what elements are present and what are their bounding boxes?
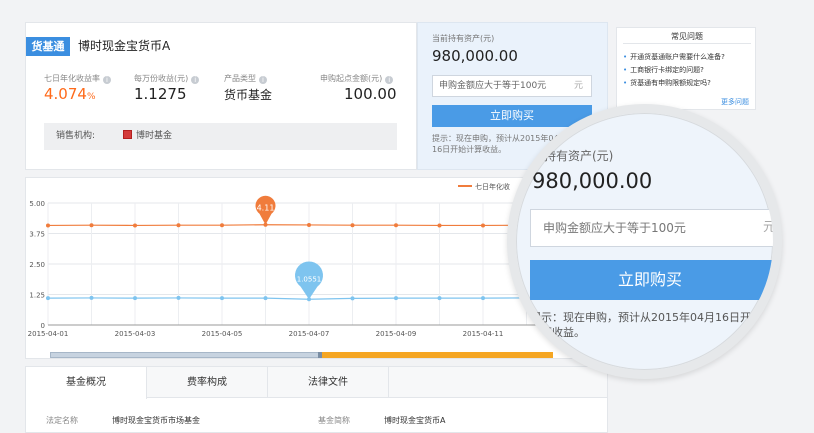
data-point[interactable]	[133, 296, 137, 301]
purchase-amount-input[interactable]: 申购金额应大于等于100元 元	[432, 75, 592, 97]
data-point[interactable]	[307, 222, 311, 227]
x-tick-label: 2015-04-05	[202, 330, 243, 338]
info-icon[interactable]: i	[259, 76, 267, 84]
data-point[interactable]	[89, 223, 94, 228]
data-point[interactable]	[481, 223, 485, 228]
legal-name-value: 博时现金宝货币市场基金	[112, 416, 200, 425]
seller-logo-icon	[123, 130, 133, 139]
magnified-buy-now-button[interactable]: 立即购买	[530, 260, 773, 300]
info-icon[interactable]: i	[191, 76, 200, 84]
faq-box: 常见问题 开通货基通账户需要什么准备? 工商银行卡绑定的问题? 货基通有申购限额…	[616, 27, 756, 110]
fund-name: 博时现金宝货币A	[78, 39, 171, 53]
fund-badge: 货基通	[26, 37, 70, 56]
seller-name[interactable]: 博时基金	[136, 131, 172, 141]
x-tick-label: 2015-04-11	[463, 330, 504, 338]
asset-value: 980,000.00	[432, 47, 518, 65]
data-point[interactable]	[46, 296, 50, 301]
data-point[interactable]	[437, 223, 442, 228]
data-point[interactable]	[46, 223, 50, 228]
min-purchase-label: 申购起点金额(元) i	[320, 73, 394, 84]
y-tick-label: 5.00	[29, 200, 45, 208]
yield-value: 4.074%	[44, 85, 96, 103]
more-questions-link[interactable]: 更多问题	[721, 97, 749, 107]
magnified-asset-value: 980,000.00	[532, 169, 653, 193]
data-point[interactable]	[263, 296, 268, 301]
currency-unit: 元	[573, 81, 583, 91]
tab-fee-structure[interactable]: 费率构成	[147, 367, 268, 398]
buy-now-button[interactable]: 立即购买	[432, 105, 592, 127]
magnified-purchase-tip: 提示：现在申购，预计从2015年04月16日开始计算收益。	[530, 311, 762, 339]
faq-divider	[623, 43, 751, 44]
range-scrollbar-track[interactable]	[50, 352, 321, 358]
range-scrollbar-selection[interactable]	[321, 352, 553, 358]
data-point[interactable]	[350, 296, 355, 301]
data-point[interactable]	[89, 295, 94, 300]
magnified-currency-unit: 元	[763, 220, 777, 235]
data-point[interactable]	[220, 296, 224, 301]
yield-label: 七日年化收益率 i	[44, 73, 111, 84]
x-tick-label: 2015-04-09	[376, 330, 417, 338]
purchase-amount-placeholder: 申购金额应大于等于100元	[439, 81, 547, 91]
data-point[interactable]	[481, 296, 485, 301]
data-point[interactable]	[220, 223, 224, 228]
tab-fund-overview[interactable]: 基金概况	[26, 367, 147, 399]
legend-swatch	[458, 185, 472, 187]
magnifier-lens: 前持有资产(元) 980,000.00 申购金额应大于等于100元 元 立即购买…	[507, 104, 782, 379]
data-point[interactable]	[350, 223, 355, 228]
seller-label: 销售机构:	[56, 131, 96, 141]
fund-info-card: 货基通 博时现金宝货币A 七日年化收益率 i 4.074% 每万份收益(元) i 1…	[25, 22, 417, 170]
fund-details-card: 基金概况 费率构成 法律文件 法定名称 博时现金宝货币市场基金 基金简称 博时现…	[25, 366, 608, 433]
faq-item[interactable]: 工商银行卡绑定的问题?	[623, 65, 704, 75]
asset-label: 当前持有资产(元)	[432, 34, 495, 43]
data-point[interactable]	[394, 296, 398, 301]
chart-legend[interactable]: 七日年化收	[458, 182, 510, 192]
data-point[interactable]	[133, 223, 137, 228]
annotation-label: 1.0551	[297, 275, 322, 283]
per-ten-thousand-value: 1.1275	[134, 85, 187, 103]
data-point[interactable]	[176, 295, 181, 300]
info-icon[interactable]: i	[103, 76, 111, 84]
magnified-purchase-placeholder: 申购金额应大于等于100元	[543, 221, 686, 235]
product-type-label: 产品类型 i	[224, 73, 267, 84]
short-name-label: 基金简称	[318, 416, 350, 425]
x-tick-label: 2015-04-03	[115, 330, 156, 338]
y-tick-label: 3.75	[29, 231, 45, 239]
y-tick-label: 0	[41, 322, 45, 330]
faq-item[interactable]: 货基通有申购限额规定吗?	[623, 78, 711, 88]
magnified-purchase-amount-input[interactable]: 申购金额应大于等于100元 元	[530, 209, 777, 247]
data-point[interactable]	[437, 296, 442, 301]
seller-bar: 销售机构: 博时基金	[44, 123, 397, 150]
faq-item[interactable]: 开通货基通账户需要什么准备?	[623, 52, 725, 62]
data-point[interactable]	[176, 223, 181, 228]
legend-label: 七日年化收	[475, 183, 510, 191]
tab-legal-documents[interactable]: 法律文件	[268, 367, 389, 398]
y-tick-label: 1.25	[29, 292, 45, 300]
product-type-value: 货币基金	[224, 88, 273, 102]
min-purchase-value: 100.00	[344, 85, 397, 103]
per-ten-thousand-label: 每万份收益(元) i	[134, 73, 200, 84]
y-tick-label: 2.50	[29, 261, 45, 269]
x-tick-label: 2015-04-01	[28, 330, 69, 338]
short-name-value: 博时现金宝货币A	[384, 416, 446, 425]
faq-title: 常见问题	[671, 32, 703, 41]
legal-name-label: 法定名称	[46, 416, 78, 425]
annotation-label: 4.11	[257, 204, 275, 213]
magnified-asset-label: 前持有资产(元)	[532, 149, 614, 163]
range-scrollbar-handle[interactable]	[318, 352, 322, 358]
info-icon[interactable]: i	[385, 76, 394, 84]
data-point[interactable]	[394, 223, 398, 228]
x-tick-label: 2015-04-07	[289, 330, 330, 338]
tab-bar: 基金概况 费率构成 法律文件	[26, 367, 607, 399]
